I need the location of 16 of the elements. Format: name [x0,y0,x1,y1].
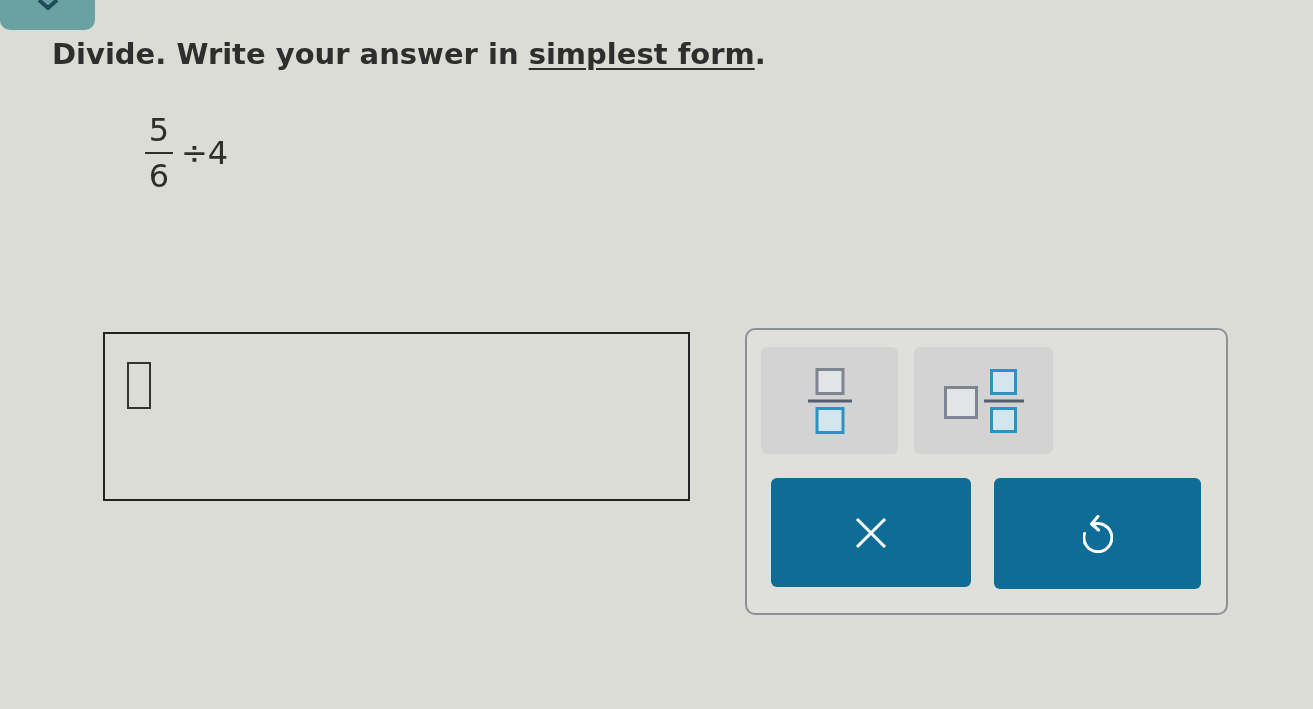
close-icon [855,517,887,548]
answer-field[interactable] [103,332,690,501]
mixed-number-template-icon [943,368,1024,433]
fraction-button[interactable] [761,347,898,454]
fraction-numerator: 5 [148,112,170,148]
input-slot[interactable] [127,362,151,409]
chevron-down-icon [36,0,59,10]
fraction-denominator: 6 [148,158,170,194]
divisor-number: 4 [207,135,229,171]
mixed-number-button[interactable] [914,347,1053,454]
collapse-tab[interactable] [0,0,95,30]
division-sign: ÷ [181,135,208,171]
instruction-text: Divide. Write your answer in simplest form. [52,36,766,72]
undo-icon [1082,514,1113,553]
fraction-template-icon [807,367,852,434]
simplest-form-link[interactable]: simplest form [528,37,755,71]
